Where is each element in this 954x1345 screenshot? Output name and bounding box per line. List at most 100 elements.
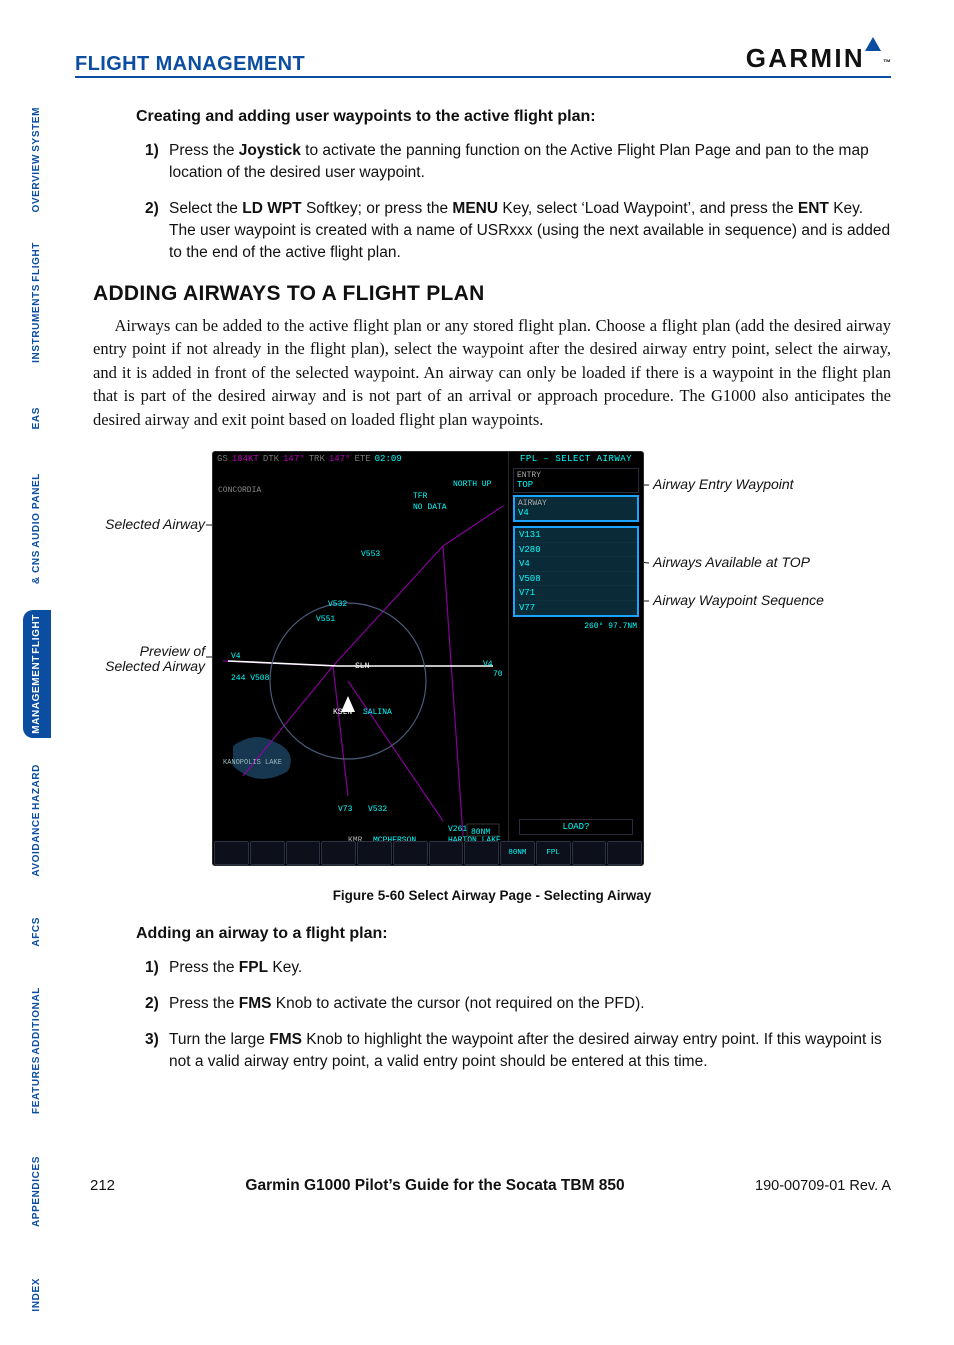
tab-label: MANAGEMENT: [32, 655, 43, 734]
annot-selected-airway: Selected Airway: [93, 517, 205, 532]
tab-label: & CNS: [32, 550, 43, 584]
tab-hazard-avoidance[interactable]: HAZARD AVOIDANCE: [23, 760, 51, 881]
garmin-delta-icon: [865, 37, 881, 51]
tab-system-overview[interactable]: SYSTEMOVERVIEW: [23, 103, 51, 216]
step: 3)Turn the large FMS Knob to highlight t…: [169, 1029, 891, 1073]
softkey-bar: 80NMFPL: [213, 841, 643, 865]
softkey-7[interactable]: [429, 841, 464, 865]
svg-text:TFR: TFR: [413, 492, 428, 501]
step: 2)Select the LD WPT Softkey; or press th…: [169, 198, 891, 264]
softkey-5[interactable]: [357, 841, 392, 865]
page-content: Creating and adding user waypoints to th…: [93, 108, 891, 1151]
load-box: LOAD?: [519, 819, 633, 835]
tab-appendices[interactable]: APPENDICES: [23, 1140, 51, 1243]
svg-text:SALINA: SALINA: [363, 708, 392, 717]
tab-label: AVOIDANCE: [32, 812, 43, 877]
softkey-8[interactable]: [464, 841, 499, 865]
procedure-1-steps: 1)Press the Joystick to activate the pan…: [169, 140, 891, 264]
softkey-9[interactable]: 80NM: [500, 841, 535, 865]
tab-label: INSTRUMENTS: [32, 284, 43, 363]
svg-text:NO DATA: NO DATA: [413, 503, 447, 512]
tab-label: APPENDICES: [32, 1156, 43, 1227]
figure-caption: Figure 5-60 Select Airway Page - Selecti…: [93, 888, 891, 903]
airway-list-item: V71: [515, 586, 637, 601]
mfd-display: GS 184KT DTK 147° TRK 147° ETE 02:09: [212, 451, 644, 866]
airway-list-item: V4: [515, 557, 637, 572]
figure-5-60: Selected Airway Preview of Selected Airw…: [93, 445, 891, 880]
annot-waypoint-seq: Airway Waypoint Sequence: [653, 593, 824, 608]
svg-text:V261: V261: [448, 825, 467, 834]
softkey-6[interactable]: [393, 841, 428, 865]
procedure-2-steps: 1)Press the FPL Key. 2)Press the FMS Knob…: [169, 957, 891, 1073]
fpl-title: FPL – SELECT AIRWAY: [509, 452, 643, 466]
airway-list-item: V508: [515, 572, 637, 587]
tab-label: FLIGHT: [32, 242, 43, 282]
svg-text:80NM: 80NM: [471, 828, 490, 837]
tab-label: INDEX: [32, 1278, 43, 1312]
tab-additional-features[interactable]: ADDITIONALFEATURES: [23, 983, 51, 1119]
softkey-3[interactable]: [286, 841, 321, 865]
annot-airways-available: Airways Available at TOP: [653, 555, 810, 570]
tab-audio-panel-cns[interactable]: AUDIO PANEL & CNS: [23, 469, 51, 588]
tab-label: EAS: [32, 407, 43, 429]
step-number: 2): [145, 993, 159, 1015]
svg-text:70: 70: [493, 670, 503, 679]
step-number: 2): [145, 198, 159, 220]
svg-text:V73: V73: [338, 805, 353, 814]
tab-flight-instruments[interactable]: FLIGHT INSTRUMENTS: [23, 238, 51, 367]
tab-label: SYSTEM: [32, 107, 43, 152]
tab-label: AUDIO PANEL: [32, 473, 43, 548]
annot-entry-wpt: Airway Entry Waypoint: [653, 477, 794, 492]
svg-text:V532: V532: [328, 600, 347, 609]
tab-afcs[interactable]: AFCS: [23, 903, 51, 961]
step: 1)Press the Joystick to activate the pan…: [169, 140, 891, 184]
section-body: Airways can be added to the active fligh…: [93, 314, 891, 431]
tab-label: FLIGHT: [32, 614, 43, 654]
garmin-logo-text: GARMIN: [746, 43, 865, 74]
tab-label: ADDITIONAL: [32, 987, 43, 1055]
entry-box: ENTRY TOP: [513, 468, 639, 493]
airway-list-item: V77: [515, 601, 637, 615]
svg-text:V532: V532: [368, 805, 387, 814]
softkey-1[interactable]: [214, 841, 249, 865]
page-header: FLIGHT MANAGEMENT GARMIN ™: [75, 44, 891, 78]
tab-index[interactable]: INDEX: [23, 1265, 51, 1323]
procedure-1-heading: Creating and adding user waypoints to th…: [136, 108, 891, 126]
svg-text:SLN: SLN: [355, 662, 370, 671]
svg-text:NORTH UP: NORTH UP: [453, 480, 492, 489]
tab-label: HAZARD: [32, 764, 43, 810]
svg-text:V551: V551: [316, 615, 335, 624]
airway-list-item: V131: [515, 528, 637, 543]
step-number: 1): [145, 957, 159, 979]
tab-eas[interactable]: EAS: [23, 389, 51, 447]
softkey-10[interactable]: FPL: [536, 841, 571, 865]
svg-text:KANOPOLIS LAKE: KANOPOLIS LAKE: [223, 759, 282, 767]
page-footer: 212 Garmin G1000 Pilot’s Guide for the S…: [90, 1177, 891, 1195]
step: 1)Press the FPL Key.: [169, 957, 891, 979]
garmin-logo: GARMIN ™: [746, 43, 891, 76]
softkey-11[interactable]: [572, 841, 607, 865]
softkey-12[interactable]: [607, 841, 642, 865]
step: 2)Press the FMS Knob to activate the cur…: [169, 993, 891, 1015]
tab-label: FEATURES: [32, 1056, 43, 1114]
svg-text:KSLN: KSLN: [333, 708, 352, 717]
page-number: 212: [90, 1177, 115, 1194]
procedure-2-heading: Adding an airway to a flight plan:: [136, 925, 891, 943]
annot-preview-line2: Selected Airway: [93, 659, 205, 674]
fpl-select-airway-pane: FPL – SELECT AIRWAY ENTRY TOP AIRWAY V4 …: [508, 452, 643, 865]
airway-list: V131V280V4V508V71V77: [513, 526, 639, 617]
tab-flight-management[interactable]: FLIGHTMANAGEMENT: [23, 610, 51, 739]
mfd-topbar: GS 184KT DTK 147° TRK 147° ETE 02:09: [213, 452, 509, 466]
svg-text:V553: V553: [361, 550, 380, 559]
mfd-map: NORTH UP TFR NO DATA CONCORDIA V4 V553 V…: [213, 466, 509, 841]
softkey-2[interactable]: [250, 841, 285, 865]
airway-sel-box: AIRWAY V4: [513, 495, 639, 522]
section-heading: ADDING AIRWAYS TO A FLIGHT PLAN: [93, 282, 891, 306]
footer-title: Garmin G1000 Pilot’s Guide for the Socat…: [245, 1177, 624, 1195]
svg-text:V4: V4: [231, 652, 241, 661]
softkey-4[interactable]: [321, 841, 356, 865]
step-number: 1): [145, 140, 159, 162]
svg-text:CONCORDIA: CONCORDIA: [218, 486, 261, 495]
tab-label: AFCS: [32, 917, 43, 947]
fpl-dist: 260° 97.7NM: [584, 622, 637, 631]
